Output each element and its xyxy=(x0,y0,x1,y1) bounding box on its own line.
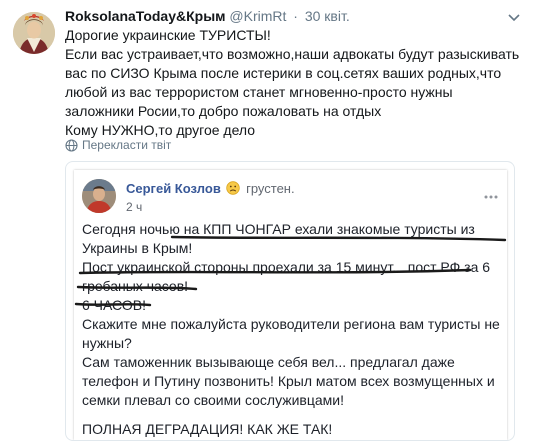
post-paragraph: Сам таможенник вызывающе себя вел... пре… xyxy=(82,354,495,408)
author-handle[interactable]: @KrimRt xyxy=(229,8,286,24)
header-separator: · xyxy=(293,8,298,24)
more-dots-icon xyxy=(484,186,498,199)
author-avatar[interactable] xyxy=(13,12,55,54)
author-name[interactable]: RoksolanaToday&Крым xyxy=(65,8,226,24)
post-header: Сергей Козлов грустен. xyxy=(126,180,295,198)
tweet-text-line: Если вас устраивает,что возможно,наши ад… xyxy=(65,46,520,119)
translate-label: Перекласти твіт xyxy=(82,138,172,152)
sad-face-icon xyxy=(226,181,241,195)
translate-tweet-link[interactable]: Перекласти твіт xyxy=(65,137,171,153)
tweet: RoksolanaToday&Крым @KrimRt · 30 квіт. Д… xyxy=(0,0,533,441)
post-author-name: Сергей Козлов xyxy=(126,181,221,196)
post-paragraph: Скажите мне пожалуйста руководители реги… xyxy=(82,316,500,351)
post-paragraph: ПОЛНАЯ ДЕГРАДАЦИЯ! КАК ЖЕ ТАК! xyxy=(82,421,333,437)
tweet-header: RoksolanaToday&Крым @KrimRt · 30 квіт. xyxy=(65,6,505,26)
post-author-avatar xyxy=(82,179,116,213)
quoted-media[interactable]: Сергей Козлов грустен. 2 ч Сегодня ночью… xyxy=(65,161,515,441)
post-paragraph: 6 ЧАСОВ! xyxy=(82,297,146,313)
facebook-post-screenshot: Сергей Козлов грустен. 2 ч Сегодня ночью… xyxy=(74,170,507,440)
post-paragraph: Сегодня ночью на КПП ЧОНГАР ехали знаком… xyxy=(82,221,475,256)
tweet-timestamp[interactable]: 30 квіт. xyxy=(305,8,350,24)
post-body: Сегодня ночью на КПП ЧОНГАР ехали знаком… xyxy=(82,220,502,439)
tweet-text: Дорогие украинские ТУРИСТЫ! Если вас уст… xyxy=(65,26,520,140)
post-time: 2 ч xyxy=(126,200,143,214)
tweet-text-line: Дорогие украинские ТУРИСТЫ! xyxy=(65,27,271,43)
post-paragraph: Пост украинской стороны проехали за 15 м… xyxy=(82,259,491,294)
chevron-down-icon[interactable] xyxy=(507,10,521,22)
globe-icon xyxy=(65,138,78,152)
post-feeling: грустен. xyxy=(246,181,295,196)
